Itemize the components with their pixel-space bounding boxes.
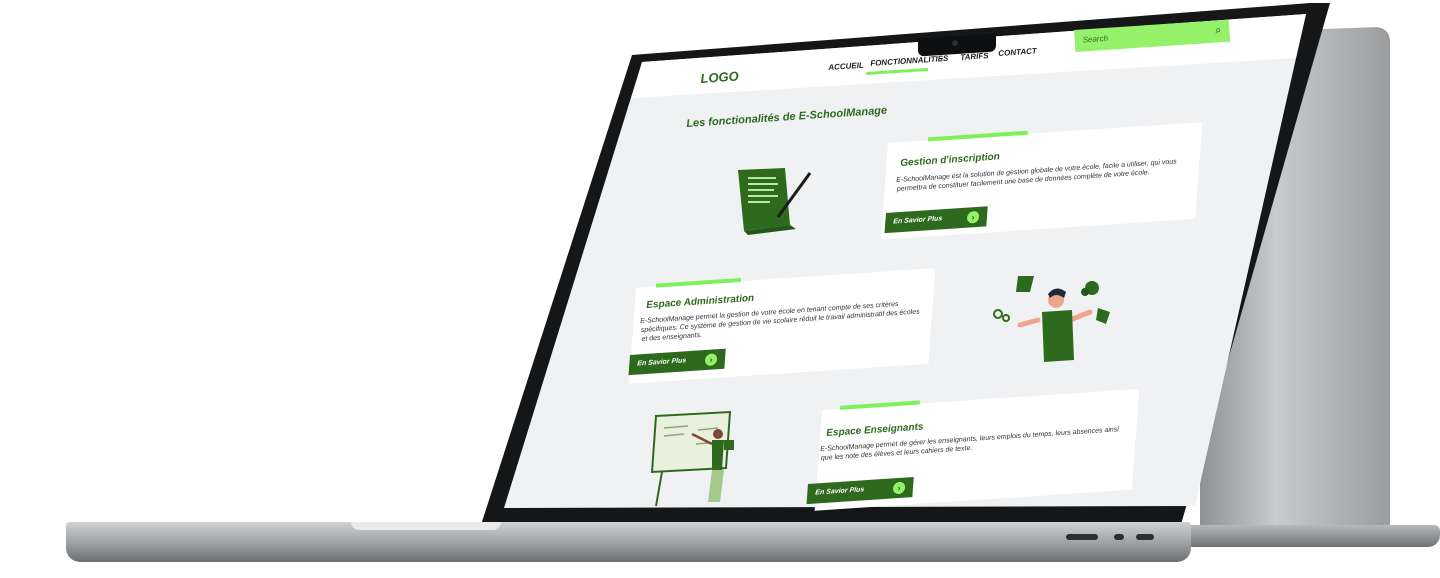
button-label: En Savior Plus (815, 486, 865, 497)
chevron-right-icon: › (704, 353, 718, 367)
teacher-illustration (650, 410, 734, 507)
chevron-right-icon: › (966, 210, 980, 224)
laptop-base (66, 522, 1191, 562)
usb-port (1136, 534, 1154, 540)
usb-port (1114, 534, 1124, 540)
document-illustration (738, 168, 812, 235)
button-label: En Savior Plus (637, 357, 687, 368)
logo[interactable]: LOGO (700, 68, 739, 86)
chevron-down-icon[interactable]: ⌄ (938, 54, 944, 62)
search-icon[interactable]: ⌕ (1215, 24, 1222, 37)
sd-card-slot (1066, 534, 1098, 540)
trackpad-notch (351, 522, 501, 530)
nav-link-tarifs[interactable]: TARIFS (960, 51, 989, 62)
administrator-illustration (993, 276, 1110, 362)
button-label: En Savior Plus (893, 215, 943, 226)
chevron-right-icon: › (892, 481, 906, 495)
search-input[interactable]: Search (1082, 34, 1108, 45)
background-laptop-base (1180, 525, 1440, 547)
